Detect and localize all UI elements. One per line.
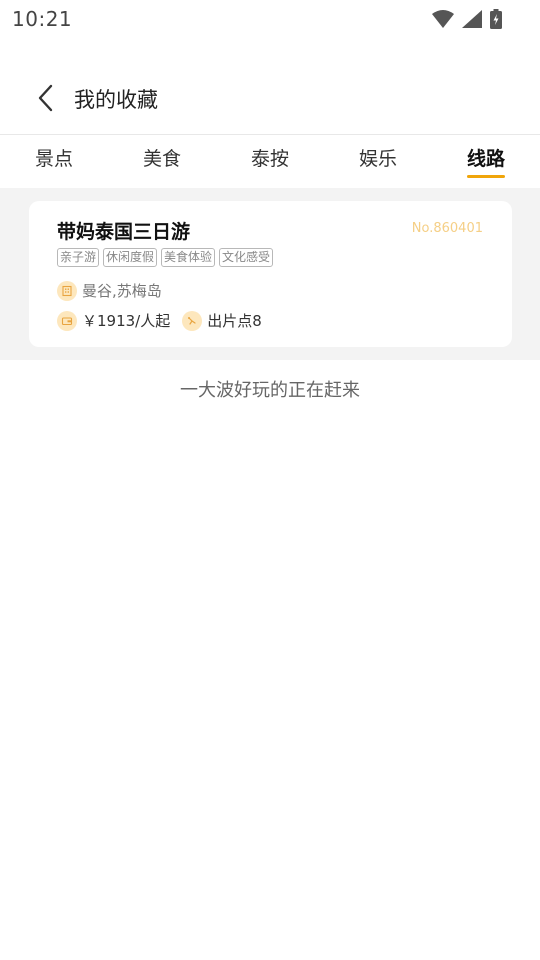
tab-label: 泰按 xyxy=(251,148,290,170)
tab-food[interactable]: 美食 xyxy=(143,146,181,178)
route-number: No.860401 xyxy=(411,221,483,236)
tab-attractions[interactable]: 景点 xyxy=(35,146,73,178)
wallet-icon xyxy=(57,310,77,331)
stops-group: 出片点8 xyxy=(182,310,262,331)
battery-icon xyxy=(490,9,502,29)
tag: 文化感受 xyxy=(219,248,274,267)
location-row: 曼谷,苏梅岛 xyxy=(57,280,162,301)
loading-more-text: 一大波好玩的正在赶来 xyxy=(180,380,360,401)
building-icon xyxy=(57,280,77,301)
tab-thai-massage[interactable]: 泰按 xyxy=(251,146,289,178)
status-bar: 10:21 xyxy=(0,0,540,38)
price-group: ￥1913/人起 xyxy=(57,310,170,331)
wifi-icon xyxy=(432,10,454,28)
status-time: 10:21 xyxy=(12,7,73,31)
route-title: 带妈泰国三日游 xyxy=(57,221,191,243)
tag-list: 亲子游 休闲度假 美食体验 文化感受 xyxy=(57,248,274,267)
price-row: ￥1913/人起 出片点8 xyxy=(57,310,262,331)
tab-label: 线路 xyxy=(467,148,506,170)
status-icons xyxy=(432,9,502,29)
tag: 美食体验 xyxy=(161,248,216,267)
active-tab-indicator xyxy=(467,175,506,178)
category-tabs: 景点 美食 泰按 娱乐 线路 xyxy=(0,136,540,188)
signal-icon xyxy=(462,10,482,28)
camera-spot-icon xyxy=(182,310,203,331)
back-button[interactable] xyxy=(30,82,62,114)
header-divider xyxy=(0,134,540,135)
page-title: 我的收藏 xyxy=(74,88,158,112)
tab-label: 景点 xyxy=(35,148,74,170)
header: 我的收藏 xyxy=(0,70,540,126)
chevron-left-icon xyxy=(38,84,53,112)
tab-label: 娱乐 xyxy=(359,148,398,170)
tab-entertainment[interactable]: 娱乐 xyxy=(359,146,397,178)
stops-text: 出片点8 xyxy=(207,312,262,330)
route-card[interactable]: 带妈泰国三日游 No.860401 亲子游 休闲度假 美食体验 文化感受 曼谷,… xyxy=(29,201,512,347)
tab-routes[interactable]: 线路 xyxy=(467,146,506,178)
price-text: ￥1913/人起 xyxy=(82,312,171,330)
tag: 亲子游 xyxy=(57,248,100,267)
tag: 休闲度假 xyxy=(103,248,158,267)
tab-label: 美食 xyxy=(143,148,182,170)
location-text: 曼谷,苏梅岛 xyxy=(82,282,162,300)
